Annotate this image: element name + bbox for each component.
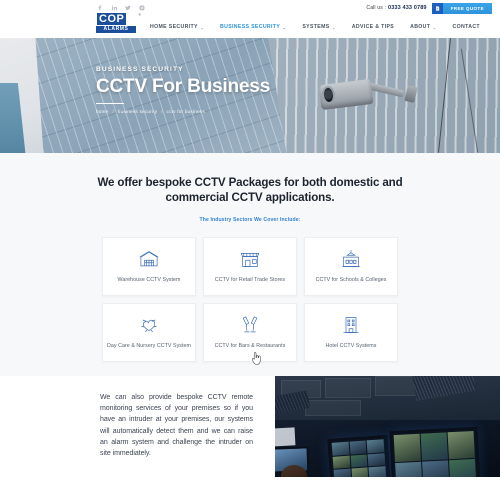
chevron-down-icon: ⌄: [282, 24, 287, 30]
breadcrumb-separator: /: [112, 109, 114, 115]
nav-menu: HOME SECURITY ⌄ BUSINESS SECURITY ⌄ SYST…: [150, 24, 480, 30]
sector-card-daycare[interactable]: Day Care & Nursery CCTV System: [102, 302, 196, 362]
sector-card-label: CCTV for Bars & Restaurants: [214, 342, 286, 349]
nav-label: ABOUT: [410, 24, 431, 30]
hero-text-block: BUSINESS SECURITY CCTV For Business home…: [96, 66, 270, 114]
hero-banner: BUSINESS SECURITY CCTV For Business home…: [0, 38, 500, 153]
camera-feed-cell: [351, 467, 369, 477]
phone-number[interactable]: 0333 433 0789: [388, 5, 427, 11]
hotel-building-icon: [341, 314, 361, 335]
chevron-down-icon: ⌄: [200, 24, 204, 30]
main-navigation-bar: COP ALARMS ® HOME SECURITY ⌄ BUSINESS SE…: [0, 12, 500, 38]
nav-item-advice-tips[interactable]: ADVICE & TIPS: [352, 24, 394, 30]
cheers-glasses-icon: [240, 314, 260, 335]
sector-card-label: CCTV for Retail Trade Stores: [214, 276, 286, 283]
site-logo[interactable]: COP ALARMS ®: [96, 12, 141, 33]
camera-feed-cell: [331, 441, 350, 456]
nav-item-business-security[interactable]: BUSINESS SECURITY ⌄: [220, 24, 286, 30]
camera-feed-cell: [367, 452, 386, 467]
nav-item-home-security[interactable]: HOME SECURITY ⌄: [150, 24, 204, 30]
camera-feed-cell: [332, 454, 351, 469]
nav-label: HOME SECURITY: [150, 24, 198, 30]
monitor-left-grid: [331, 438, 387, 477]
camera-feed-cell: [333, 468, 352, 477]
twitter-icon[interactable]: [124, 4, 132, 12]
remote-monitoring-text-column: We can also provide bespoke CCTV remote …: [0, 376, 275, 477]
wall-poster: [275, 426, 296, 447]
logo-registered-mark: ®: [138, 13, 141, 17]
instagram-icon[interactable]: [138, 4, 146, 12]
nav-item-contact[interactable]: CONTACT: [453, 24, 480, 30]
breadcrumb-separator: /: [161, 109, 163, 115]
nav-item-about[interactable]: ABOUT ⌄: [410, 24, 436, 30]
sector-card-label: CCTV for Schools & Colleges: [315, 276, 387, 283]
call-us-block: Call us : 0333 433 0789: [366, 5, 426, 11]
breadcrumb: home / business security / cctv for busi…: [96, 109, 270, 114]
camera-feed-cell: [350, 453, 368, 468]
main-content-section: We offer bespoke CCTV Packages for both …: [0, 153, 500, 376]
sector-card-bars-restaurants[interactable]: CCTV for Bars & Restaurants: [203, 302, 297, 362]
call-us-label: Call us :: [366, 5, 386, 11]
monitor-right: [389, 426, 481, 477]
sector-card-label: Hotel CCTV Systems: [325, 342, 377, 349]
free-quote-button[interactable]: FREE QUOTE: [442, 2, 492, 14]
nav-item-systems[interactable]: SYSTEMS ⌄: [302, 24, 335, 30]
section-subheadline: The Industry Sectors We Cover Include:: [199, 216, 301, 223]
top-utility-bar: Call us : 0333 433 0789 FREE QUOTE: [0, 0, 500, 16]
breadcrumb-item-business-security[interactable]: business security: [118, 109, 157, 114]
hero-cctv-camera: [318, 72, 418, 120]
mouse-cursor-pointer: [251, 352, 262, 371]
camera-feed-cell: [422, 459, 450, 477]
social-links: [96, 4, 146, 12]
monitor-left: [327, 434, 391, 477]
camera-feed-cell: [349, 440, 367, 454]
sector-card-retail[interactable]: CCTV for Retail Trade Stores: [203, 236, 297, 296]
section-headline: We offer bespoke CCTV Packages for both …: [97, 176, 403, 205]
page-title: CCTV For Business: [96, 76, 270, 97]
camera-feed-cell: [447, 430, 475, 459]
sector-card-grid: Warehouse CCTV System CCTV for Retail Tr…: [0, 236, 500, 362]
quote-form-icon: [431, 2, 443, 14]
nav-label: ADVICE & TIPS: [351, 24, 395, 30]
nav-label: SYSTEMS: [302, 24, 330, 30]
sector-card-label: Day Care & Nursery CCTV System: [107, 342, 191, 349]
control-room-photo: [275, 375, 500, 477]
camera-feed-cell: [366, 438, 385, 453]
remote-monitoring-section: We can also provide bespoke CCTV remote …: [0, 375, 500, 477]
linkedin-icon[interactable]: [110, 4, 118, 12]
hero-eyebrow: BUSINESS SECURITY: [96, 66, 184, 73]
free-quote-group[interactable]: FREE QUOTE: [431, 2, 492, 14]
school-building-icon: [341, 248, 361, 269]
camera-feed-cell: [395, 460, 423, 477]
sector-card-label: Warehouse CCTV System: [117, 276, 181, 283]
top-right-group: Call us : 0333 433 0789 FREE QUOTE: [366, 0, 492, 16]
camera-feed-cell: [393, 433, 421, 462]
remote-monitoring-paragraph: We can also provide bespoke CCTV remote …: [100, 393, 253, 458]
logo-line-2: ALARMS: [96, 26, 136, 33]
childcare-heart-icon: [139, 314, 159, 335]
breadcrumb-item-current: cctv for business: [166, 109, 206, 115]
camera-feed-cell: [368, 466, 387, 477]
camera-feed-cell: [449, 457, 477, 477]
monitor-right-grid: [393, 430, 477, 477]
hero-divider: [96, 102, 124, 105]
retail-store-icon: [240, 248, 260, 269]
breadcrumb-item-home[interactable]: home: [96, 109, 109, 114]
chevron-down-icon: ⌄: [432, 24, 437, 30]
ceiling-tile: [325, 377, 371, 398]
page-root: Call us : 0333 433 0789 FREE QUOTE COP A…: [0, 0, 500, 500]
ceiling-tile: [305, 399, 361, 416]
nav-label: CONTACT: [452, 24, 480, 30]
warehouse-icon: [139, 248, 159, 269]
sector-card-schools[interactable]: CCTV for Schools & Colleges: [304, 236, 398, 296]
facebook-icon[interactable]: [96, 4, 104, 12]
logo-line-1: COP: [96, 12, 128, 26]
nav-label: BUSINESS SECURITY: [220, 24, 281, 30]
chevron-down-icon: ⌄: [332, 24, 336, 30]
sector-card-warehouse[interactable]: Warehouse CCTV System: [102, 236, 196, 296]
sector-card-hotel[interactable]: Hotel CCTV Systems: [304, 302, 398, 362]
camera-feed-cell: [420, 431, 448, 460]
